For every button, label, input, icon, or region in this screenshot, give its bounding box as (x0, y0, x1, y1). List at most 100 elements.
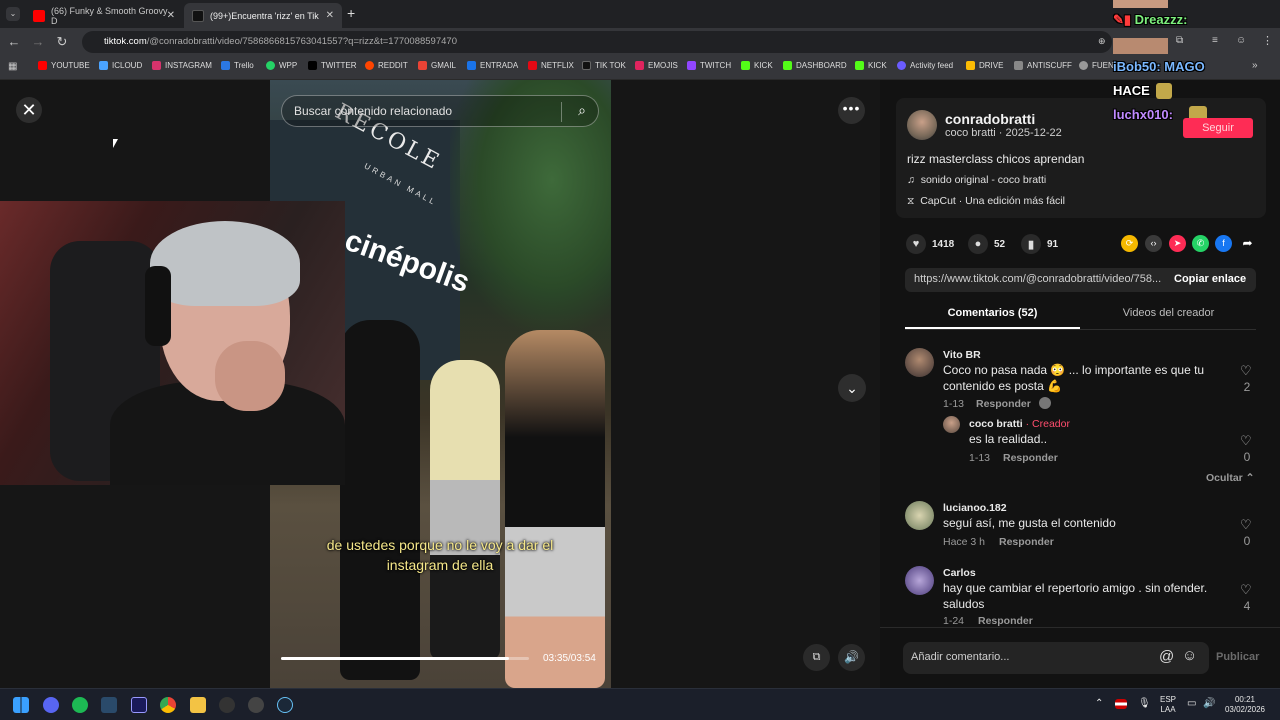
spotify-icon[interactable] (72, 697, 88, 713)
bookmark-icloud[interactable]: ICLOUD (99, 61, 142, 70)
bookmark-drive[interactable]: DRIVE (966, 61, 1003, 70)
bookmark-trello[interactable]: Trello (221, 61, 254, 70)
picture-in-picture-button[interactable]: ⧉ (803, 644, 830, 671)
comment-button[interactable]: ● 52 (968, 234, 1005, 254)
folder-icon[interactable] (190, 697, 206, 713)
back-icon[interactable]: ← (6, 34, 22, 49)
commenter-avatar[interactable] (905, 566, 934, 595)
language-indicator[interactable]: ESP LAA (1158, 695, 1178, 715)
embed-icon[interactable]: ‹› (1145, 235, 1162, 252)
author-name[interactable]: conradobratti (945, 111, 1035, 127)
bookmark-twitter[interactable]: TWITTER (308, 61, 357, 70)
author-avatar[interactable] (907, 110, 937, 140)
app-icon[interactable] (101, 697, 117, 713)
bookmark-antiscuff[interactable]: ANTISCUFF (1014, 61, 1072, 70)
comment-like-icon[interactable]: ♡ (1240, 517, 1252, 533)
commenter-avatar[interactable] (905, 348, 934, 377)
bookmark-twitch[interactable]: TWITCH (687, 61, 731, 70)
tab-creator-videos[interactable]: Videos del creador (1081, 307, 1256, 319)
capcut-label: CapCut · Una edición más fácil (920, 195, 1065, 207)
reply-button[interactable]: Responder (999, 536, 1054, 548)
clock[interactable]: 00:21 03/02/2026 (1222, 695, 1268, 715)
creator-reply-name[interactable]: coco bratti · Creador (969, 418, 1070, 430)
follow-button[interactable]: Seguir (1183, 118, 1253, 138)
search-icon[interactable]: ⌕ (578, 102, 586, 119)
tab-youtube[interactable]: (66) Funky & Smooth Groovy D ✕ (25, 3, 183, 28)
tab-tiktok[interactable]: (99+)Encuentra 'rizz' en Tik ✕ (184, 3, 342, 28)
obs-icon[interactable] (219, 697, 235, 713)
mention-icon[interactable]: @ (1159, 648, 1174, 665)
bookmark-emojis[interactable]: EMOJIS (635, 61, 678, 70)
app-icon[interactable] (248, 697, 264, 713)
close-tab-icon[interactable]: ✕ (326, 10, 334, 21)
windows-start-icon[interactable] (13, 697, 29, 713)
url-input[interactable]: tiktok.com/@conradobratti/video/75868668… (82, 31, 1112, 53)
new-tab-button[interactable]: + (347, 5, 355, 21)
close-video-button[interactable]: ✕ (16, 97, 42, 123)
network-icon[interactable]: ▭ (1187, 698, 1196, 709)
cloud-icon (99, 61, 108, 70)
commenter-name[interactable]: Vito BR (943, 349, 981, 361)
publish-button[interactable]: Publicar (1216, 651, 1259, 663)
discord-icon[interactable] (43, 697, 59, 713)
tray-chevron-icon[interactable]: ⌃ (1095, 698, 1103, 709)
volume-icon[interactable]: 🔊 (1203, 698, 1215, 709)
save-button[interactable]: ▮ 91 (1021, 234, 1058, 254)
facebook-icon[interactable]: f (1215, 235, 1232, 252)
volume-button[interactable]: 🔊 (838, 644, 865, 671)
steam-icon[interactable] (277, 697, 293, 713)
premiere-icon[interactable] (131, 697, 147, 713)
share-link-text[interactable]: https://www.tiktok.com/@conradobratti/vi… (914, 273, 1164, 285)
bookmark-fuen[interactable]: FUEN (1079, 61, 1114, 70)
reply-button[interactable]: Responder (1003, 452, 1058, 464)
music-note-icon: ♫ (907, 174, 915, 186)
video-progress-bar[interactable] (281, 657, 529, 660)
bookmark-dashboard[interactable]: DASHBOARD (783, 61, 847, 70)
comment-like-icon[interactable]: ♡ (1240, 582, 1252, 598)
whatsapp-icon[interactable]: ✆ (1192, 235, 1209, 252)
chat-line-3: HACE (1113, 83, 1150, 98)
commenter-name[interactable]: lucianoo.182 (943, 502, 1007, 514)
bookmark-activity-feed[interactable]: Activity feed (897, 61, 953, 70)
bookmark-netflix[interactable]: NETFLIX (528, 61, 574, 70)
next-video-button[interactable]: ⌄ (838, 374, 866, 402)
bookmark-wpp[interactable]: WPP (266, 61, 297, 70)
emoji-icon[interactable]: ☺ (1182, 647, 1197, 664)
repost-icon[interactable]: ⟳ (1121, 235, 1138, 252)
bookmark-kick-2[interactable]: KICK (855, 61, 887, 70)
comment-like-icon[interactable]: ♡ (1240, 433, 1252, 449)
close-tab-icon[interactable]: ✕ (167, 10, 175, 21)
capcut-link[interactable]: ⧖ CapCut · Una edición más fácil (907, 195, 1065, 208)
chrome-icon[interactable] (160, 697, 176, 713)
bookmark-kick[interactable]: KICK (741, 61, 773, 70)
bookmark-reddit[interactable]: REDDIT (365, 61, 408, 70)
more-options-button[interactable]: ••• (838, 97, 865, 124)
zoom-icon[interactable]: ⊕ (1098, 36, 1106, 47)
reply-button[interactable]: Responder (976, 398, 1031, 410)
send-icon[interactable]: ➤ (1169, 235, 1186, 252)
bookmark-gmail[interactable]: GMAIL (418, 61, 456, 70)
copy-link-button[interactable]: Copiar enlace (1174, 273, 1246, 285)
creator-avatar[interactable] (943, 416, 960, 433)
like-button[interactable]: ♥ 1418 (906, 234, 954, 254)
tab-comments[interactable]: Comentarios (52) (905, 307, 1080, 319)
share-arrow-icon[interactable]: ➦ (1239, 235, 1256, 252)
commenter-avatar[interactable] (905, 501, 934, 530)
tab-search-icon[interactable]: ⌄ (6, 7, 20, 21)
hide-replies-button[interactable]: Ocultar ⌃ (1206, 472, 1254, 484)
mic-icon[interactable]: 🎙 (1138, 698, 1151, 709)
forward-icon[interactable]: → (30, 34, 46, 49)
bookmark-entrada[interactable]: ENTRADA (467, 61, 518, 70)
comment-text: hay que cambiar el repertorio amigo . si… (943, 581, 1208, 611)
bookmark-youtube[interactable]: YOUTUBE (38, 61, 90, 70)
globe-icon (1079, 61, 1088, 70)
bookmark-tiktok[interactable]: TIK TOK (582, 61, 626, 70)
bookmark-instagram[interactable]: INSTAGRAM (152, 61, 212, 70)
related-search-input[interactable]: Buscar contenido relacionado ⌕ (281, 95, 599, 127)
reply-button[interactable]: Responder (978, 615, 1033, 627)
reload-icon[interactable]: ↻ (54, 34, 70, 50)
comment-like-icon[interactable]: ♡ (1240, 363, 1252, 379)
post-sound[interactable]: ♫ sonido original - coco bratti (907, 174, 1046, 186)
apps-grid-icon[interactable]: ▦ (8, 61, 17, 72)
commenter-name[interactable]: Carlos (943, 567, 976, 579)
